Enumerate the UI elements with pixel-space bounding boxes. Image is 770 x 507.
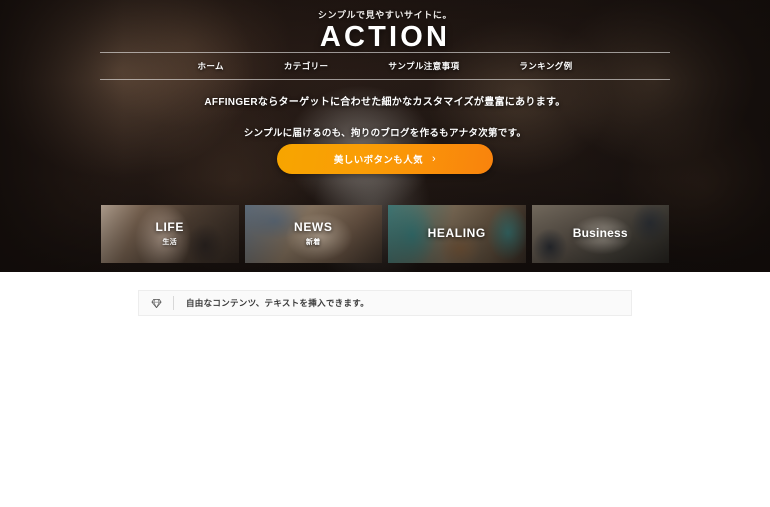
nav-list: ホーム カテゴリー サンプル注意事項 ランキング例	[100, 53, 670, 79]
category-card-life[interactable]: LIFE 生活	[101, 205, 239, 263]
nav-item-ranking[interactable]: ランキング例	[489, 60, 602, 72]
hero-cta-wrapper: 美しいボタンも人気 ›	[0, 144, 770, 174]
category-healing-title: HEALING	[427, 226, 486, 241]
category-life-subtitle: 生活	[162, 238, 178, 246]
nav-item-sample-notice[interactable]: サンプル注意事項	[358, 60, 489, 72]
category-news-title: NEWS	[294, 220, 333, 235]
hero-description-line-1: AFFINGERならターゲットに合わせた細かなカスタマイズが豊富にあります。	[204, 97, 566, 108]
nav-item-category[interactable]: カテゴリー	[254, 60, 359, 72]
category-life-label: LIFE 生活	[101, 220, 239, 247]
category-life-title: LIFE	[155, 220, 184, 235]
free-content-text: 自由なコンテンツ、テキストを挿入できます。	[186, 298, 370, 308]
hero-cta-button[interactable]: 美しいボタンも人気 ›	[277, 144, 493, 174]
page-root: シンプルで見やすいサイトに。 ACTION ホーム カテゴリー サンプル注意事項…	[0, 0, 770, 507]
site-logo[interactable]: ACTION	[0, 21, 770, 54]
category-healing-label: HEALING	[388, 226, 526, 241]
site-tagline: シンプルで見やすいサイトに。	[317, 10, 453, 20]
category-news-subtitle: 新着	[305, 238, 321, 246]
chevron-right-icon: ›	[432, 153, 437, 165]
hero-description: AFFINGERならターゲットに合わせた細かなカスタマイズが豊富にあります。 シ…	[0, 93, 770, 139]
diamond-icon	[139, 298, 173, 309]
category-card-business[interactable]: Business	[531, 205, 670, 263]
hero-description-line-2: シンプルに届けるのも、拘りのブログを作るもアナタ次第です。	[243, 128, 527, 139]
free-content-bar[interactable]: 自由なコンテンツ、テキストを挿入できます。	[138, 290, 632, 316]
main-content: 自由なコンテンツ、テキストを挿入できます。 NEW ‹ › これはダミーのタイト…	[0, 272, 770, 507]
hero-cta-label: 美しいボタンも人気	[333, 155, 424, 166]
category-news-label: NEWS 新着	[245, 220, 383, 247]
category-card-healing[interactable]: HEALING	[388, 205, 526, 263]
category-business-label: Business	[532, 226, 670, 241]
main-navigation: ホーム カテゴリー サンプル注意事項 ランキング例	[100, 52, 670, 80]
hero-section: シンプルで見やすいサイトに。 ACTION ホーム カテゴリー サンプル注意事項…	[0, 0, 770, 272]
category-business-title: Business	[572, 226, 628, 241]
hero-category-cards: LIFE 生活 NEWS 新着 HEALING Business	[101, 205, 669, 263]
hero-content: シンプルで見やすいサイトに。 ACTION ホーム カテゴリー サンプル注意事項…	[0, 0, 770, 272]
category-card-news[interactable]: NEWS 新着	[244, 205, 383, 263]
nav-item-home[interactable]: ホーム	[167, 60, 253, 72]
